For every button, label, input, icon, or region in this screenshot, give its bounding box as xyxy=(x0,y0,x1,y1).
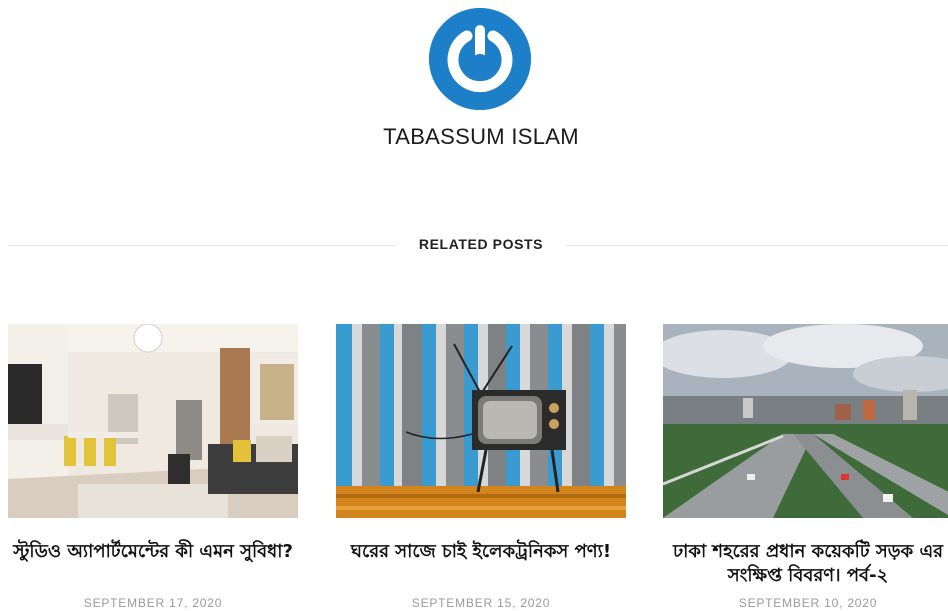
related-post-card: স্টুডিও অ্যাপার্টমেন্টের কী এমন সুবিধা? … xyxy=(8,324,298,610)
post-title[interactable]: ঘরের সাজে চাই ইলেকট্রনিকস পণ্য! xyxy=(316,540,646,564)
related-post-card: ঘরের সাজে চাই ইলেকট্রনিকস পণ্য! SEPTEMBE… xyxy=(336,324,626,610)
related-posts-header: RELATED POSTS xyxy=(0,232,948,258)
post-date: SEPTEMBER 15, 2020 xyxy=(411,596,551,610)
retro-tv-image[interactable] xyxy=(336,324,626,518)
post-title[interactable]: স্টুডিও অ্যাপার্টমেন্টের কী এমন সুবিধা? xyxy=(0,540,318,564)
related-post-card: ঢাকা শহরের প্রধান কয়েকটি সড়ক এর সংক্ষি… xyxy=(663,324,948,610)
post-date: SEPTEMBER 10, 2020 xyxy=(738,596,878,610)
post-date: SEPTEMBER 17, 2020 xyxy=(83,596,223,610)
related-posts-heading: RELATED POSTS xyxy=(418,236,544,252)
post-title[interactable]: ঢাকা শহরের প্রধান কয়েকটি সড়ক এর সংক্ষি… xyxy=(643,540,948,588)
author-name[interactable]: TABASSUM ISLAM xyxy=(0,124,948,150)
author-box: TABASSUM ISLAM xyxy=(0,0,948,160)
city-road-image[interactable] xyxy=(663,324,948,518)
living-room-image[interactable] xyxy=(8,324,298,518)
author-avatar[interactable] xyxy=(429,8,531,110)
divider-right xyxy=(566,245,948,246)
divider-left xyxy=(8,245,396,246)
power-logo-icon xyxy=(429,8,531,110)
